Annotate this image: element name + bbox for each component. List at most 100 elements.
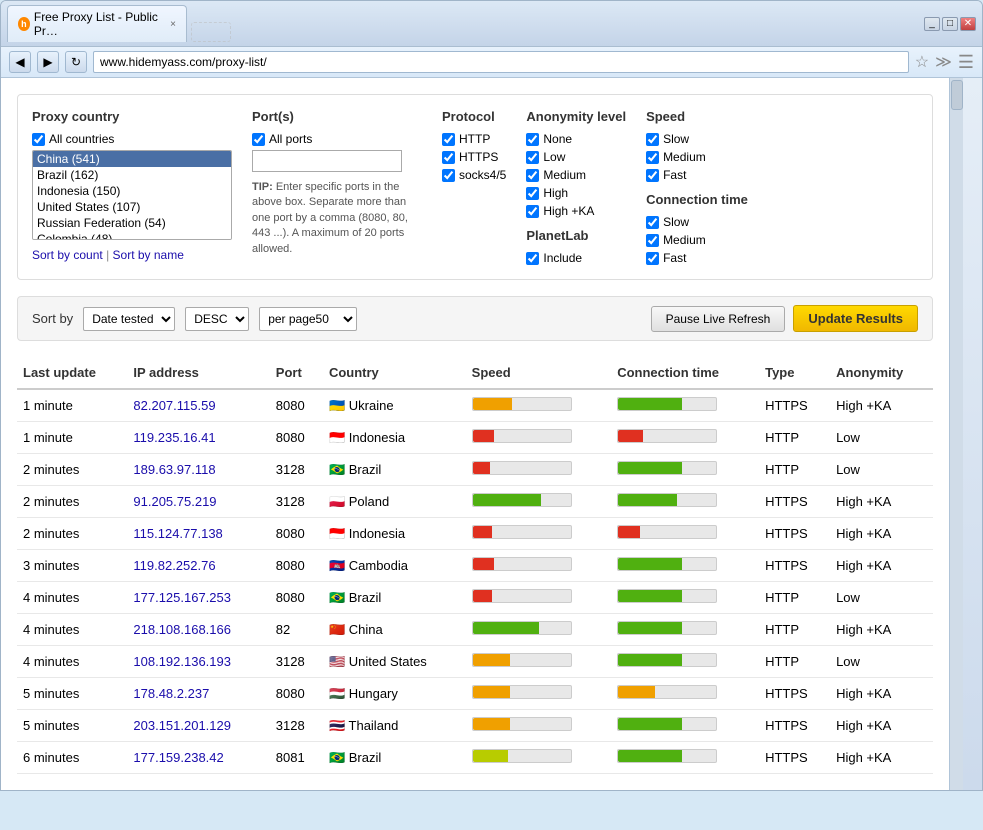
extensions-icon[interactable]: ≫ <box>935 52 952 72</box>
address-bar[interactable] <box>93 51 909 73</box>
update-results-button[interactable]: Update Results <box>793 305 918 332</box>
medium-checkbox[interactable] <box>526 169 539 182</box>
ip-link[interactable]: 189.63.97.118 <box>133 462 215 477</box>
ip-link[interactable]: 119.82.252.76 <box>133 558 215 573</box>
socks-checkbox-label[interactable]: socks4/5 <box>442 168 506 182</box>
cell-speed <box>466 614 612 646</box>
refresh-button[interactable]: ↻ <box>65 51 87 73</box>
proxy-country-label: Proxy country <box>32 109 232 124</box>
port-input[interactable] <box>252 150 402 172</box>
menu-icon[interactable]: ☰ <box>958 52 974 73</box>
conn-fast-checkbox[interactable] <box>646 252 659 265</box>
minimize-button[interactable]: _ <box>924 17 940 31</box>
speed-slow-label[interactable]: Slow <box>646 132 748 146</box>
country-option[interactable]: Colombia (48) <box>33 231 231 240</box>
country-option[interactable]: China (541) <box>33 151 231 167</box>
ip-link[interactable]: 108.192.136.193 <box>133 654 231 669</box>
cell-ip[interactable]: 177.125.167.253 <box>127 582 269 614</box>
country-option[interactable]: Russian Federation (54) <box>33 215 231 231</box>
cell-ip[interactable]: 177.159.238.42 <box>127 742 269 774</box>
conn-medium-checkbox[interactable] <box>646 234 659 247</box>
scrollbar-thumb[interactable] <box>951 80 963 110</box>
ip-link[interactable]: 178.48.2.237 <box>133 686 209 701</box>
high-checkbox-label[interactable]: High <box>526 186 626 200</box>
cell-port: 3128 <box>270 710 323 742</box>
back-button[interactable]: ◀ <box>9 51 31 73</box>
sort-by-select[interactable]: Date tested <box>83 307 175 331</box>
conn-medium-label[interactable]: Medium <box>646 233 748 247</box>
ip-link[interactable]: 115.124.77.138 <box>133 526 222 541</box>
cell-ip[interactable]: 119.82.252.76 <box>127 550 269 582</box>
conn-slow-label[interactable]: Slow <box>646 215 748 229</box>
speed-fast-label[interactable]: Fast <box>646 168 748 182</box>
speed-bar <box>472 397 572 411</box>
maximize-button[interactable]: □ <box>942 17 958 31</box>
none-checkbox-label[interactable]: None <box>526 132 626 146</box>
bookmark-star-icon[interactable]: ☆ <box>915 52 929 72</box>
all-ports-checkbox-label[interactable]: All ports <box>252 132 422 146</box>
low-checkbox[interactable] <box>526 151 539 164</box>
http-checkbox-label[interactable]: HTTP <box>442 132 506 146</box>
speed-medium-label[interactable]: Medium <box>646 150 748 164</box>
navigation-bar: ◀ ▶ ↻ ☆ ≫ ☰ <box>1 47 982 78</box>
sort-by-count-link[interactable]: Sort by count <box>32 248 103 262</box>
forward-button[interactable]: ▶ <box>37 51 59 73</box>
cell-ip[interactable]: 178.48.2.237 <box>127 678 269 710</box>
cell-type: HTTP <box>759 614 830 646</box>
connection-bar-fill <box>618 494 677 506</box>
ip-link[interactable]: 119.235.16.41 <box>133 430 215 445</box>
all-countries-checkbox-label[interactable]: All countries <box>32 132 232 146</box>
ip-link[interactable]: 218.108.168.166 <box>133 622 231 637</box>
http-checkbox[interactable] <box>442 133 455 146</box>
country-listbox[interactable]: China (541) Brazil (162) Indonesia (150)… <box>32 150 232 240</box>
cell-port: 8081 <box>270 742 323 774</box>
close-button[interactable]: ✕ <box>960 17 976 31</box>
speed-slow-checkbox[interactable] <box>646 133 659 146</box>
all-ports-checkbox[interactable] <box>252 133 265 146</box>
cell-ip[interactable]: 108.192.136.193 <box>127 646 269 678</box>
scrollbar[interactable] <box>949 78 963 790</box>
cell-connection-time <box>611 422 759 454</box>
cell-ip[interactable]: 82.207.115.59 <box>127 389 269 422</box>
conn-fast-label[interactable]: Fast <box>646 251 748 265</box>
include-checkbox[interactable] <box>526 252 539 265</box>
socks-checkbox[interactable] <box>442 169 455 182</box>
country-option[interactable]: United States (107) <box>33 199 231 215</box>
speed-fast-checkbox[interactable] <box>646 169 659 182</box>
cell-country: 🇧🇷 Brazil <box>323 454 466 486</box>
conn-slow-checkbox[interactable] <box>646 216 659 229</box>
https-checkbox-label[interactable]: HTTPS <box>442 150 506 164</box>
speed-medium-checkbox[interactable] <box>646 151 659 164</box>
cell-ip[interactable]: 115.124.77.138 <box>127 518 269 550</box>
highka-checkbox[interactable] <box>526 205 539 218</box>
high-checkbox[interactable] <box>526 187 539 200</box>
ip-link[interactable]: 91.205.75.219 <box>133 494 216 509</box>
medium-checkbox-label[interactable]: Medium <box>526 168 626 182</box>
ip-link[interactable]: 177.125.167.253 <box>133 590 231 605</box>
cell-ip[interactable]: 119.235.16.41 <box>127 422 269 454</box>
ip-link[interactable]: 82.207.115.59 <box>133 398 215 413</box>
cell-ip[interactable]: 203.151.201.129 <box>127 710 269 742</box>
ip-link[interactable]: 177.159.238.42 <box>133 750 223 765</box>
low-checkbox-label[interactable]: Low <box>526 150 626 164</box>
sort-by-name-link[interactable]: Sort by name <box>113 248 184 262</box>
order-select[interactable]: DESC ASC <box>185 307 249 331</box>
sort-bar: Sort by Date tested DESC ASC per page50 … <box>17 296 933 341</box>
cell-ip[interactable]: 218.108.168.166 <box>127 614 269 646</box>
browser-tab[interactable]: h Free Proxy List - Public Pr… × <box>7 5 187 42</box>
ip-link[interactable]: 203.151.201.129 <box>133 718 231 733</box>
cell-ip[interactable]: 91.205.75.219 <box>127 486 269 518</box>
https-checkbox[interactable] <box>442 151 455 164</box>
cell-ip[interactable]: 189.63.97.118 <box>127 454 269 486</box>
highka-checkbox-label[interactable]: High +KA <box>526 204 626 218</box>
country-option[interactable]: Indonesia (150) <box>33 183 231 199</box>
none-checkbox[interactable] <box>526 133 539 146</box>
per-page-select[interactable]: per page50 per page30 per page100 <box>259 307 357 331</box>
country-option[interactable]: Brazil (162) <box>33 167 231 183</box>
close-tab-button[interactable]: × <box>170 19 176 30</box>
speed-bar <box>472 493 572 507</box>
pause-live-refresh-button[interactable]: Pause Live Refresh <box>651 306 786 332</box>
all-countries-checkbox[interactable] <box>32 133 45 146</box>
table-row: 2 minutes 189.63.97.118 3128 🇧🇷 Brazil H… <box>17 454 933 486</box>
include-checkbox-label[interactable]: Include <box>526 251 626 265</box>
